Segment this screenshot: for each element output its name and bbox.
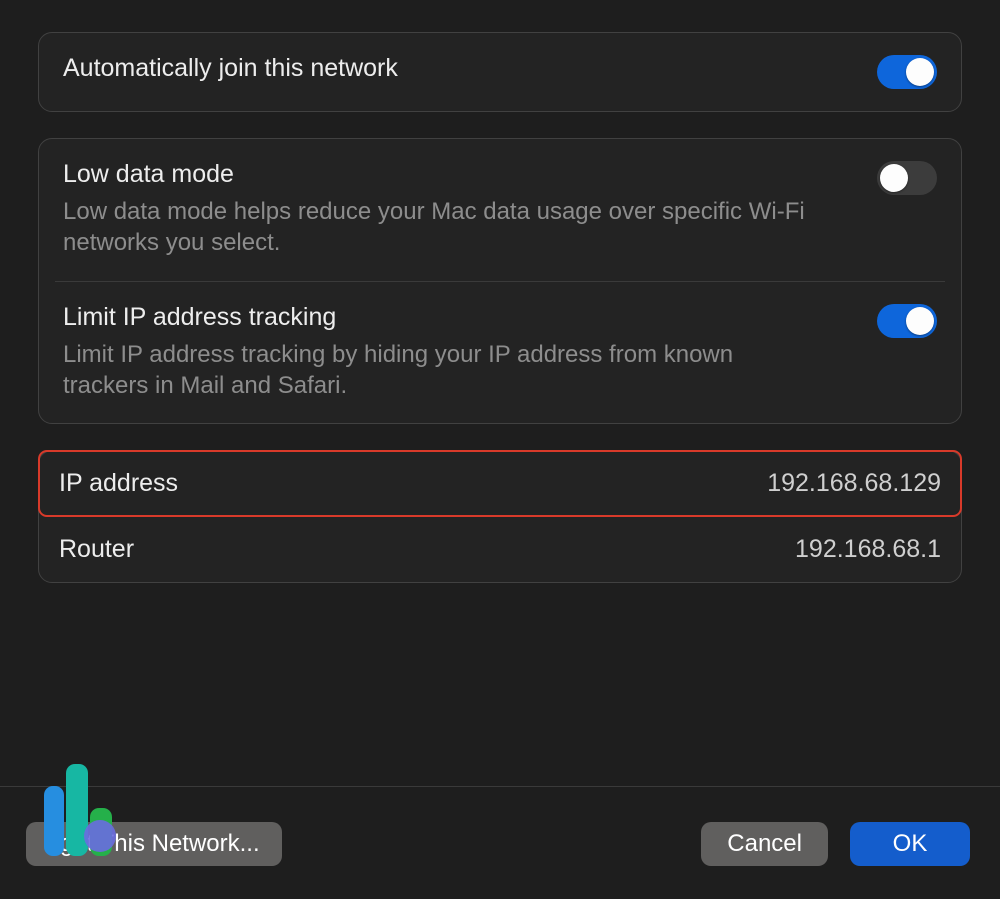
toggle-knob-icon bbox=[880, 164, 908, 192]
auto-join-toggle[interactable] bbox=[877, 55, 937, 89]
forget-network-button[interactable]: get This Network... bbox=[26, 822, 282, 866]
toggle-knob-icon bbox=[906, 307, 934, 335]
data-privacy-panel: Low data mode Low data mode helps reduce… bbox=[38, 138, 962, 424]
ip-address-value: 192.168.68.129 bbox=[767, 469, 941, 498]
ip-address-row: IP address 192.168.68.129 bbox=[39, 451, 961, 516]
low-data-mode-toggle[interactable] bbox=[877, 161, 937, 195]
footer: get This Network... Cancel OK bbox=[0, 803, 1000, 899]
low-data-mode-label: Low data mode bbox=[63, 159, 857, 190]
low-data-mode-description: Low data mode helps reduce your Mac data… bbox=[63, 196, 823, 258]
limit-ip-tracking-toggle[interactable] bbox=[877, 304, 937, 338]
auto-join-label: Automatically join this network bbox=[63, 53, 857, 84]
router-value: 192.168.68.1 bbox=[795, 535, 941, 564]
limit-ip-tracking-label: Limit IP address tracking bbox=[63, 302, 857, 333]
router-row: Router 192.168.68.1 bbox=[51, 516, 949, 582]
auto-join-panel: Automatically join this network bbox=[38, 32, 962, 112]
limit-ip-tracking-description: Limit IP address tracking by hiding your… bbox=[63, 339, 823, 401]
ok-button[interactable]: OK bbox=[850, 822, 970, 866]
cancel-button[interactable]: Cancel bbox=[701, 822, 828, 866]
network-info-panel: IP address 192.168.68.129 Router 192.168… bbox=[38, 450, 962, 583]
toggle-knob-icon bbox=[906, 58, 934, 86]
ip-address-label: IP address bbox=[59, 469, 178, 498]
router-label: Router bbox=[59, 535, 134, 564]
footer-divider bbox=[0, 786, 1000, 787]
